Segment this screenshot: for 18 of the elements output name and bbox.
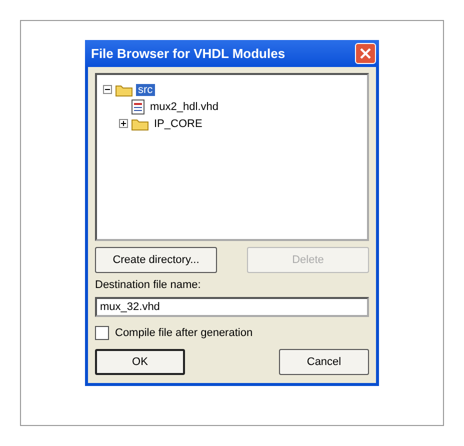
tree-item[interactable]: src <box>136 84 155 96</box>
file-name-field[interactable]: mux_32.vhd <box>95 297 369 317</box>
close-button[interactable] <box>355 43 376 64</box>
folder-icon <box>115 82 133 96</box>
create-directory-button[interactable]: Create directory... <box>95 247 217 273</box>
ok-button[interactable]: OK <box>95 349 185 375</box>
tree-item[interactable]: IP_CORE <box>152 118 204 130</box>
checkbox[interactable] <box>95 326 109 340</box>
collapse-icon[interactable] <box>103 85 112 94</box>
close-icon <box>360 48 371 59</box>
document-icon <box>131 98 145 114</box>
expand-icon[interactable] <box>119 119 128 128</box>
tree-item[interactable]: mux2_hdl.vhd <box>148 100 220 112</box>
folder-icon <box>131 116 149 130</box>
checkbox-label: Compile file after generation <box>115 327 253 339</box>
cancel-button[interactable]: Cancel <box>279 349 369 375</box>
field-label: Destination file name: <box>95 279 202 291</box>
window-title: File Browser for VHDL Modules <box>91 46 286 61</box>
